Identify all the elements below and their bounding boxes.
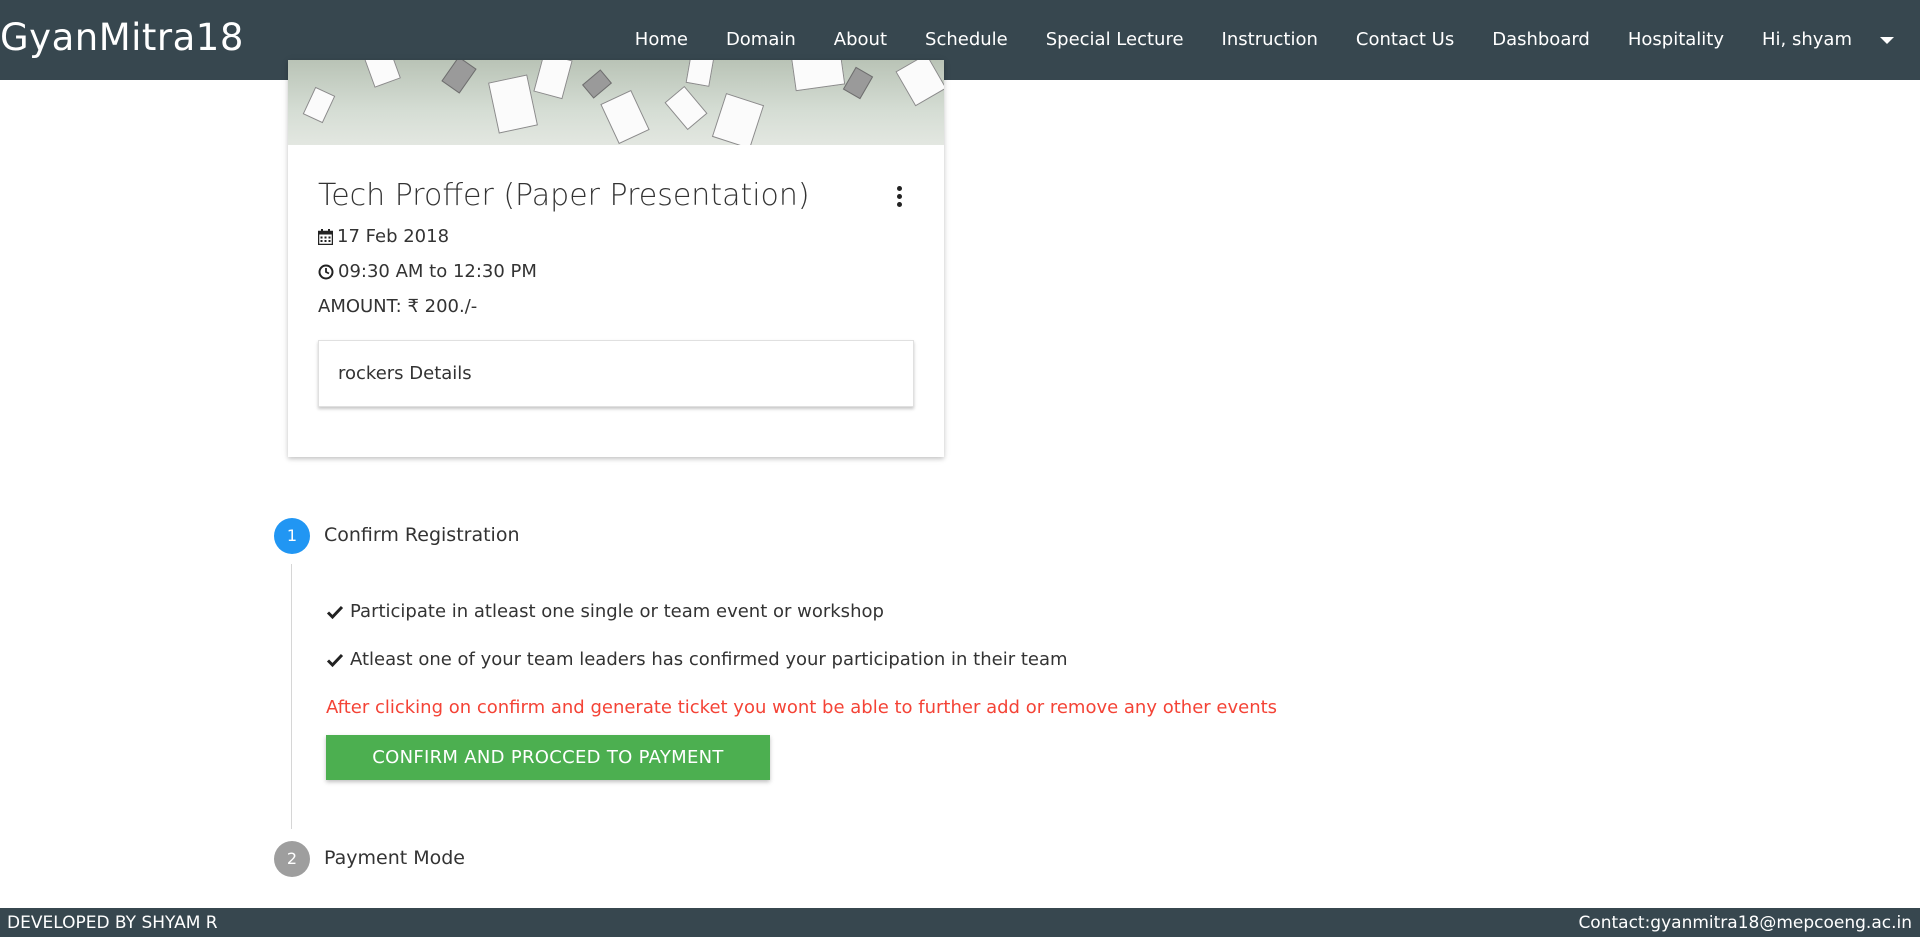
check-icon [326,653,344,667]
event-card-image [288,60,944,145]
team-details-label: rockers Details [338,363,472,384]
nav-contact-us[interactable]: Contact Us [1337,0,1473,80]
user-menu-dropdown[interactable]: Hi, shyam [1743,0,1920,80]
nav-hospitality[interactable]: Hospitality [1609,0,1743,80]
team-details-panel[interactable]: rockers Details [318,340,914,407]
warning-message: After clicking on confirm and generate t… [326,697,1278,718]
requirement-item: Participate in atleast one single or tea… [326,601,884,622]
step-2-indicator: 2 [274,841,310,877]
nav-dashboard[interactable]: Dashboard [1473,0,1609,80]
step-1-label[interactable]: Confirm Registration [324,524,520,546]
event-amount: AMOUNT: ₹ 200./- [318,296,478,317]
nav-special-lecture[interactable]: Special Lecture [1027,0,1203,80]
footer-credits: DEVELOPED BY SHYAM R [7,913,218,933]
event-date-text: 17 Feb 2018 [337,226,450,247]
footer: DEVELOPED BY SHYAM R Contact:gyanmitra18… [0,908,1920,937]
event-time: 09:30 AM to 12:30 PM [318,261,537,282]
clock-icon [318,264,334,279]
step-2-label[interactable]: Payment Mode [324,847,465,869]
footer-contact[interactable]: Contact:gyanmitra18@mepcoeng.ac.in [1578,913,1912,933]
calendar-icon [318,228,333,245]
step-1-indicator: 1 [274,518,310,554]
check-icon [326,605,344,619]
caret-down-icon [1880,36,1894,44]
requirement-text: Participate in atleast one single or tea… [350,601,884,622]
requirement-item: Atleast one of your team leaders has con… [326,649,1068,670]
user-greeting: Hi, shyam [1762,29,1852,50]
more-vert-icon[interactable] [894,186,904,210]
event-time-text: 09:30 AM to 12:30 PM [338,261,537,282]
requirement-text: Atleast one of your team leaders has con… [350,649,1068,670]
event-title: Tech Proffer (Paper Presentation) [318,178,810,213]
confirm-payment-button[interactable]: CONFIRM AND PROCCED TO PAYMENT [326,735,770,780]
event-date: 17 Feb 2018 [318,226,449,247]
stepper-connector [291,564,292,829]
nav-instruction[interactable]: Instruction [1203,0,1337,80]
event-card: Tech Proffer (Paper Presentation) 17 Feb… [288,60,944,457]
brand-logo[interactable]: GyanMitra18 [0,16,244,59]
